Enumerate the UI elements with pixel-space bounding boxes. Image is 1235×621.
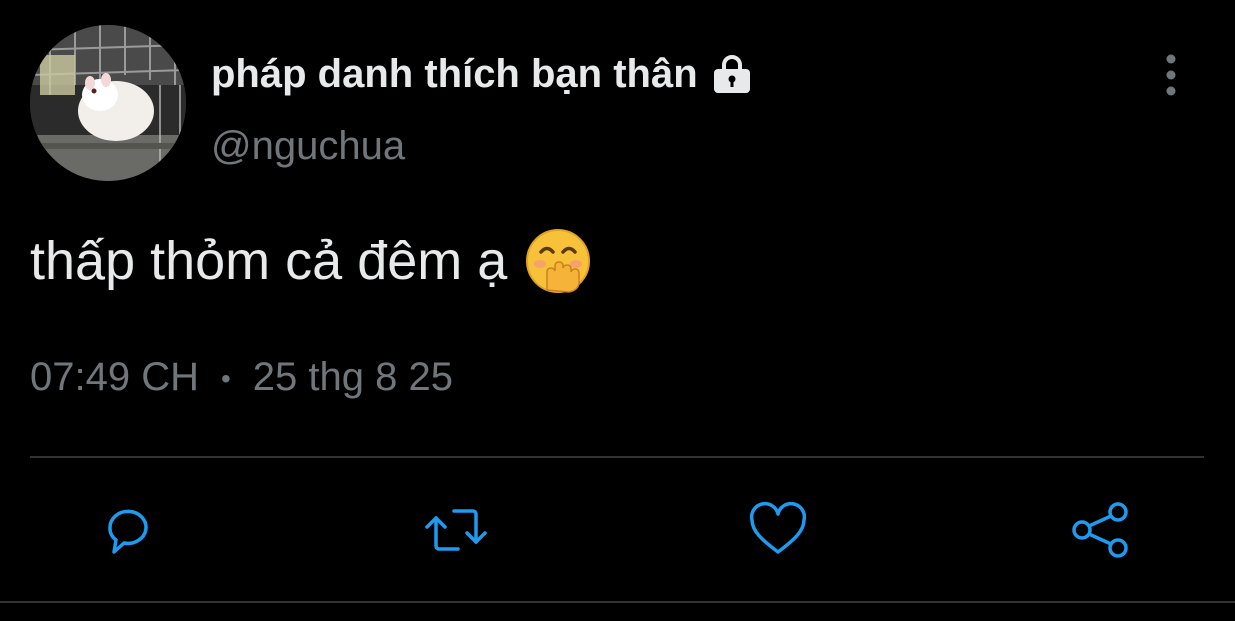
bottom-divider [0, 601, 1235, 603]
author-display-name[interactable]: pháp danh thích bạn thân [211, 50, 698, 98]
author-name-row[interactable]: pháp danh thích bạn thân [211, 50, 754, 98]
avatar[interactable] [30, 25, 186, 181]
like-button[interactable] [748, 500, 808, 560]
reply-icon [108, 509, 148, 554]
meta-separator: • [220, 363, 231, 395]
avatar-image [30, 25, 186, 181]
face-with-hand-over-mouth-emoji [525, 228, 591, 294]
tweet-timestamp[interactable]: 07:49 CH • 25 thg 8 25 [30, 352, 453, 404]
tweet-text: thấp thỏm cả đêm ạ [30, 231, 508, 291]
share-icon [1072, 502, 1128, 558]
tweet-text-row: thấp thỏm cả đêm ạ [30, 228, 591, 294]
reply-button[interactable] [100, 500, 160, 560]
like-icon [749, 501, 807, 554]
tweet-time[interactable]: 07:49 CH [30, 355, 199, 399]
retweet-button[interactable] [424, 500, 487, 560]
tweet-date[interactable]: 25 thg 8 25 [253, 355, 453, 399]
retweet-icon [425, 509, 487, 551]
share-button[interactable] [1070, 500, 1130, 560]
author-handle[interactable]: @nguchua [211, 122, 405, 170]
more-vertical-icon[interactable] [1155, 52, 1187, 98]
lock-icon [710, 54, 754, 94]
divider [30, 456, 1204, 458]
